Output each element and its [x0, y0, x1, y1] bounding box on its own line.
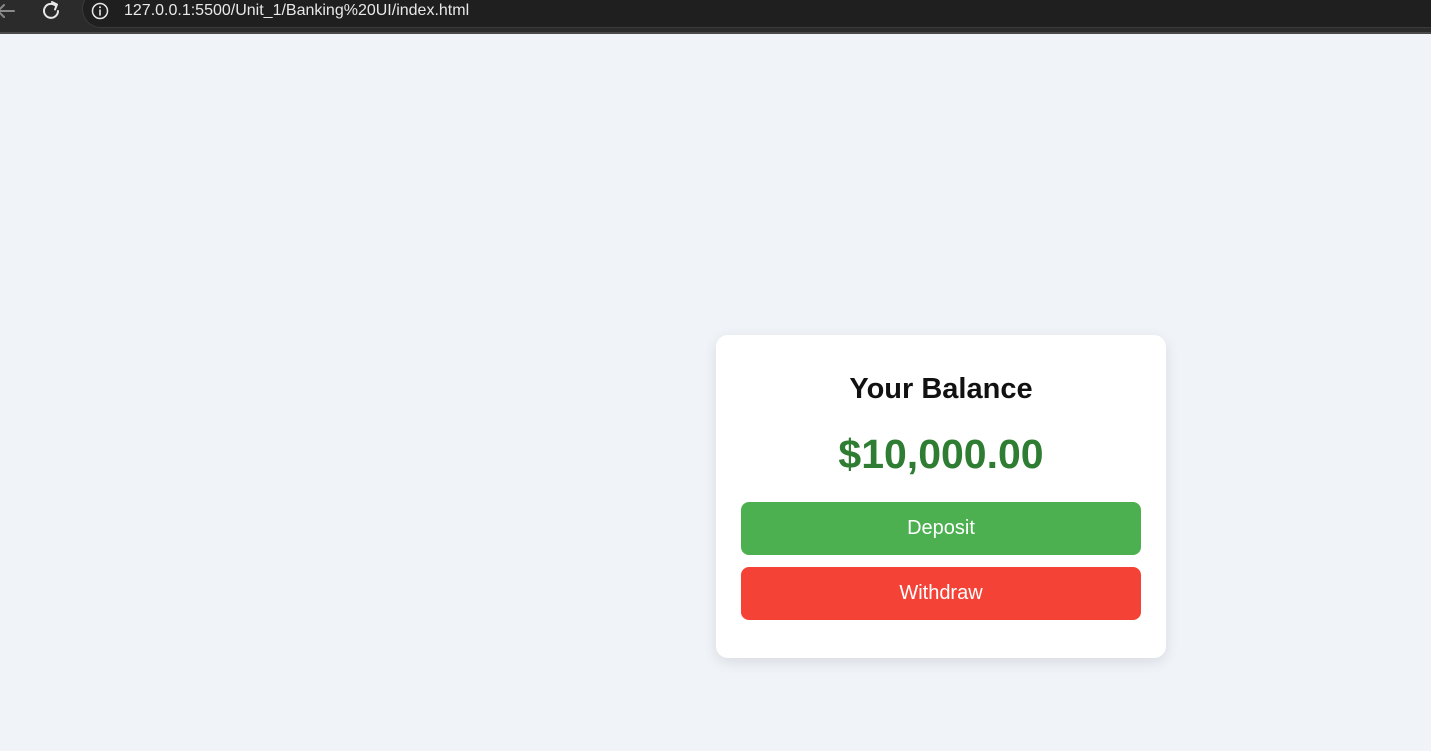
back-arrow-icon[interactable] [0, 2, 16, 20]
reload-icon[interactable] [39, 0, 63, 22]
withdraw-button[interactable]: Withdraw [741, 567, 1141, 620]
site-info-icon[interactable] [91, 2, 109, 20]
address-url[interactable]: 127.0.0.1:5500/Unit_1/Banking%20UI/index… [124, 0, 469, 22]
balance-card: Your Balance $10,000.00 Deposit Withdraw [716, 335, 1166, 658]
balance-title: Your Balance [849, 373, 1033, 405]
browser-toolbar: 127.0.0.1:5500/Unit_1/Banking%20UI/index… [0, 0, 1431, 34]
deposit-button[interactable]: Deposit [741, 502, 1141, 555]
toolbar-divider [0, 32, 1431, 34]
balance-amount: $10,000.00 [838, 431, 1044, 477]
